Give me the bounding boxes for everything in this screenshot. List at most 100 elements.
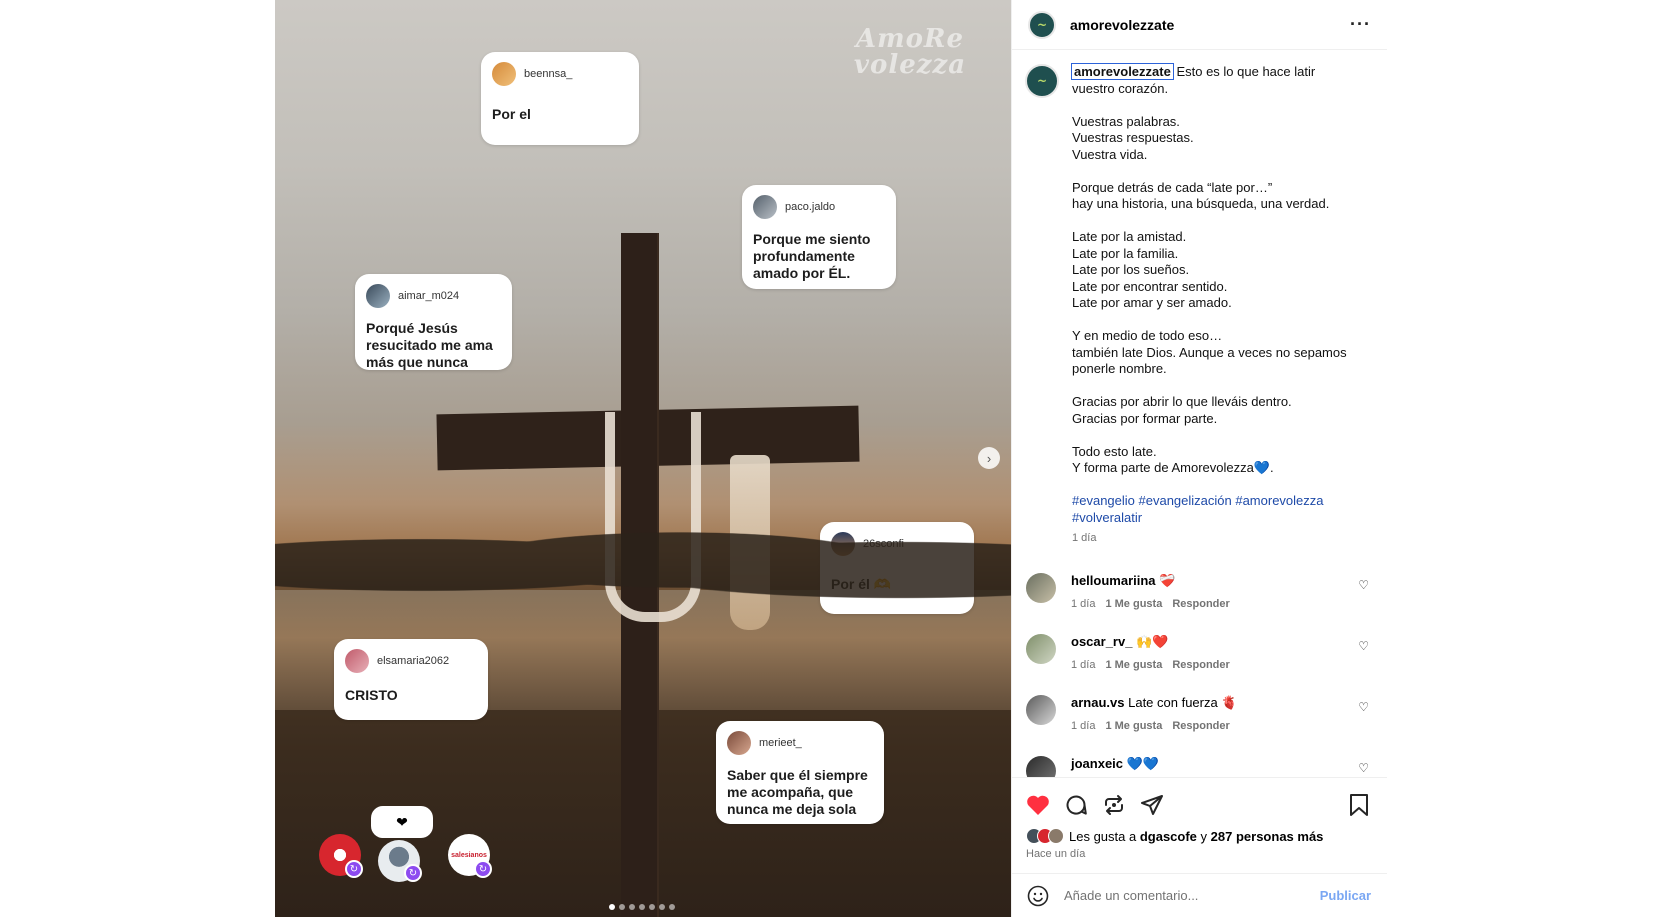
comment-likes[interactable]: 1 Me gusta (1105, 598, 1162, 610)
comment-input[interactable]: Añade un comentario... (1064, 888, 1320, 903)
next-arrow-icon[interactable]: › (978, 447, 1000, 469)
liker-avatar (1048, 828, 1064, 844)
comment-time[interactable]: 1 día (1071, 720, 1095, 732)
caption-body: amorevolezzate Esto es lo que hace latir… (1071, 63, 1364, 547)
caption-line: Late por encontrar sentido. (1072, 278, 1228, 294)
caption-line: Late por los sueños. (1072, 262, 1190, 277)
card-avatar (345, 649, 369, 673)
caption-line: Esto es lo que hace latir (1176, 64, 1316, 79)
like-outline-icon[interactable]: ♡ (1358, 761, 1369, 775)
comment: helloumariina ❤️‍🩹 1 día 1 Me gusta Respon… (1012, 567, 1387, 628)
publish-button[interactable]: Publicar (1320, 888, 1371, 903)
comment-username[interactable]: arnau.vs (1071, 695, 1124, 710)
comment-likes[interactable]: 1 Me gusta (1105, 659, 1162, 671)
card-text: Saber que él siempre me acompaña, que nu… (727, 767, 868, 817)
comment: joanxeic 💙💙 ♡ (1012, 750, 1387, 777)
repost-badge-icon: ↻ (404, 864, 422, 882)
caption-line: Y en medio de todo eso… (1072, 328, 1223, 343)
comments-scroll[interactable]: ~ amorevolezzate Esto es lo que hace lat… (1012, 50, 1387, 777)
caption-line: vuestro corazón. (1072, 80, 1169, 96)
like-outline-icon[interactable]: ♡ (1358, 578, 1369, 592)
comment-username[interactable]: joanxeic (1071, 756, 1123, 771)
reply-button[interactable]: Responder (1172, 598, 1229, 610)
caption-username[interactable]: amorevolezzate (1071, 63, 1174, 80)
post-sidebar: ~ amorevolezzate ··· ~ amorevolezzate Es… (1011, 0, 1387, 917)
comment-avatar[interactable] (1026, 755, 1056, 777)
comment-text: 🙌❤️ (1136, 633, 1169, 649)
card-username: aimar_m024 (398, 290, 460, 302)
caption-line: Todo esto late. (1072, 443, 1157, 459)
likes-prefix: Les gusta a (1069, 828, 1137, 844)
cross-beam (621, 233, 657, 917)
card-username: merieet_ (759, 737, 802, 749)
comment-time[interactable]: 1 día (1071, 598, 1095, 610)
action-bar: Les gusta a dgascofe y 287 personas más … (1012, 777, 1387, 873)
caption-line: Vuestras respuestas. (1072, 130, 1194, 145)
card-username: 26sconfi (863, 538, 904, 550)
response-card: 26sconfi Por él 🫶 (820, 522, 974, 614)
card-text: Por él 🫶 (831, 576, 892, 592)
caption-line: Vuestras palabras. (1072, 113, 1180, 129)
account-avatar[interactable]: ~ (1028, 10, 1056, 39)
caption-avatar[interactable]: ~ (1025, 64, 1059, 98)
card-text: Porque me siento profundamente amado por… (753, 231, 871, 281)
card-username: paco.jaldo (785, 201, 836, 213)
card-username: elsamaria2062 (377, 655, 450, 667)
hashtags[interactable]: #evangelio #evangelización #amorevolezza (1072, 493, 1364, 510)
liker-username[interactable]: dgascofe (1140, 829, 1197, 844)
caption-line: Y forma parte de Amorevolezza💙. (1072, 460, 1274, 475)
comment: oscar_rv_ 🙌❤️ 1 día 1 Me gusta Responder ♡ (1012, 628, 1387, 689)
card-text: Porqué Jesús resucitado me ama más que n… (366, 320, 493, 370)
comment-username[interactable]: oscar_rv_ (1071, 634, 1132, 649)
hashtags[interactable]: #volveralatir (1072, 510, 1364, 527)
like-outline-icon[interactable]: ♡ (1358, 700, 1369, 714)
carousel-dot (659, 904, 665, 910)
caption-line: Porque detrás de cada “late por…” (1072, 179, 1273, 195)
comment-likes[interactable]: 1 Me gusta (1105, 720, 1162, 732)
likes-others[interactable]: 287 personas más (1211, 829, 1324, 844)
caption-line: Late por amar y ser amado. (1072, 295, 1232, 310)
more-icon[interactable]: ··· (1350, 14, 1371, 35)
post-image[interactable]: AmoRe volezza beennsa_ Por el paco.jaldo… (275, 0, 1011, 917)
header-username[interactable]: amorevolezzate (1070, 17, 1174, 33)
reaction-bubble: ❤ (371, 806, 433, 838)
comment-time[interactable]: 1 día (1071, 659, 1095, 671)
caption-time[interactable]: 1 día (1072, 530, 1364, 547)
response-card: beennsa_ Por el (481, 52, 639, 145)
reply-button[interactable]: Responder (1172, 659, 1229, 671)
card-avatar (831, 532, 855, 556)
repost-icon[interactable] (1102, 793, 1126, 817)
comment-avatar[interactable] (1026, 633, 1056, 664)
bookmark-icon[interactable] (1347, 793, 1371, 817)
caption-line: hay una historia, una búsqueda, una verd… (1072, 196, 1330, 211)
comment-avatar[interactable] (1026, 694, 1056, 725)
share-icon[interactable] (1140, 793, 1164, 817)
response-card: elsamaria2062 CRISTO (334, 639, 488, 720)
reply-button[interactable]: Responder (1172, 720, 1229, 732)
emoji-icon[interactable] (1026, 884, 1050, 908)
like-outline-icon[interactable]: ♡ (1358, 639, 1369, 653)
caption-line: Gracias por abrir lo que lleváis dentro. (1072, 394, 1292, 409)
caption-line: también late Dios. Aunque a veces no sep… (1072, 344, 1347, 360)
carousel-dot (609, 904, 615, 910)
repost-badge-icon: ↻ (474, 860, 492, 878)
comment-icon[interactable] (1064, 793, 1088, 817)
carousel-dot (639, 904, 645, 910)
comment-username[interactable]: helloumariina (1071, 573, 1156, 588)
comment-text: 💙💙 (1126, 755, 1160, 771)
heart-icon[interactable] (1026, 793, 1050, 817)
card-username: beennsa_ (524, 68, 573, 80)
caption: ~ amorevolezzate Esto es lo que hace lat… (1012, 50, 1387, 547)
carousel-dot (649, 904, 655, 910)
posted-time[interactable]: Hace un día (1012, 844, 1387, 860)
card-avatar (753, 195, 777, 219)
post-header: ~ amorevolezzate ··· (1012, 0, 1387, 50)
comment-box: Añade un comentario... Publicar (1012, 873, 1387, 917)
comment-avatar[interactable] (1026, 572, 1056, 603)
card-avatar (366, 284, 390, 308)
